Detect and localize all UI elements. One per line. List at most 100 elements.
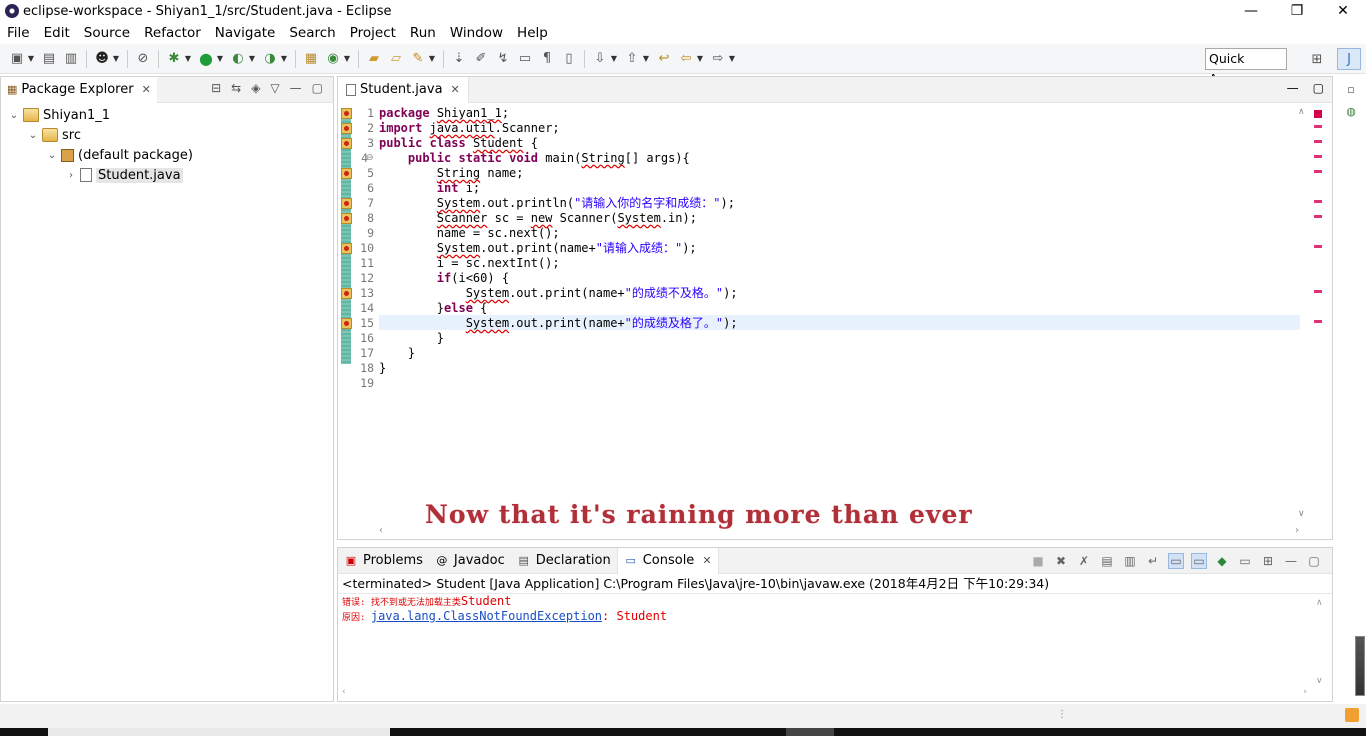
open-perspective-icon[interactable]: ⊞ <box>1307 50 1327 68</box>
close-button[interactable]: ✕ <box>1320 0 1366 22</box>
tree-node-student-java[interactable]: › Student.java <box>1 165 333 185</box>
run-icon[interactable]: ● <box>197 49 215 68</box>
show-console-on-output-icon[interactable]: ▭ <box>1168 553 1184 569</box>
exception-link[interactable]: java.lang.ClassNotFoundException <box>371 609 602 623</box>
tree-node-project[interactable]: ⌄ Shiyan1_1 <box>1 105 333 125</box>
restore-icon[interactable]: ▫ <box>1341 80 1361 98</box>
error-marker-icon[interactable] <box>341 213 352 224</box>
external-tools-icon[interactable]: ◑ <box>261 50 279 68</box>
menu-refactor[interactable]: Refactor <box>137 25 208 41</box>
error-overview-marker[interactable] <box>1314 200 1322 203</box>
back-dropdown-icon[interactable]: ▼ <box>695 50 705 68</box>
previous-annotation-dropdown-icon[interactable]: ▼ <box>641 50 651 68</box>
debug-dropdown-icon[interactable]: ▼ <box>183 50 193 68</box>
tab-declaration[interactable]: ▤ Declaration <box>511 548 617 574</box>
editor-gutter[interactable]: ⊖ 1 2 3 4 5 6 7 8 9 10 11 12 13 14 15 16… <box>338 105 376 525</box>
open-task-icon[interactable]: ☻ <box>93 50 111 68</box>
coverage-icon[interactable]: ◐ <box>229 50 247 68</box>
error-marker-icon[interactable] <box>341 243 352 254</box>
word-wrap-icon[interactable]: ↵ <box>1145 553 1161 569</box>
maximize-icon[interactable]: ▢ <box>312 81 323 95</box>
close-icon[interactable]: ✕ <box>142 83 151 96</box>
error-overview-marker[interactable] <box>1314 215 1322 218</box>
scroll-down-icon[interactable]: ∨ <box>1316 676 1323 686</box>
scroll-up-icon[interactable]: ∧ <box>1298 107 1305 117</box>
error-marker-icon[interactable] <box>341 318 352 329</box>
next-annotation-icon[interactable]: ⇩ <box>591 50 609 68</box>
display-selected-console-icon[interactable]: ▭ <box>1237 553 1253 569</box>
error-marker-icon[interactable] <box>341 288 352 299</box>
show-console-on-error-icon[interactable]: ▭ <box>1191 553 1207 569</box>
open-folder-icon[interactable]: ▱ <box>387 50 405 68</box>
next-annotation-dropdown-icon[interactable]: ▼ <box>609 50 619 68</box>
mark-occurrences-icon[interactable]: ✐ <box>472 50 490 68</box>
expand-arrow-icon[interactable]: ⌄ <box>7 110 21 121</box>
maximize-icon[interactable]: ▢ <box>1306 553 1322 569</box>
pin-console-icon[interactable]: ◆ <box>1214 553 1230 569</box>
heap-status-bar[interactable] <box>1355 636 1365 696</box>
previous-annotation-icon[interactable]: ⇧ <box>623 50 641 68</box>
error-overview-marker[interactable] <box>1314 125 1322 128</box>
menu-file[interactable]: File <box>0 25 37 41</box>
menu-search[interactable]: Search <box>282 25 342 41</box>
editor-tab-student-java[interactable]: Student.java ✕ <box>338 76 469 103</box>
console-horizontal-scrollbar[interactable]: ‹ › <box>342 687 1307 699</box>
scroll-lock-icon[interactable]: ▥ <box>1122 553 1138 569</box>
error-marker-icon[interactable] <box>341 198 352 209</box>
overview-ruler[interactable] <box>1312 105 1324 525</box>
minimize-icon[interactable]: — <box>1283 553 1299 569</box>
notifications-icon[interactable] <box>1345 708 1359 722</box>
outline-view-icon[interactable]: ◍ <box>1341 102 1361 120</box>
code-area[interactable]: package Shiyan1_1; import java.util.Scan… <box>379 105 1299 525</box>
minimize-button[interactable]: — <box>1228 0 1274 22</box>
error-overview-marker[interactable] <box>1314 140 1322 143</box>
tab-javadoc[interactable]: @ Javadoc <box>429 548 511 574</box>
restore-button[interactable]: ❐ <box>1274 0 1320 22</box>
status-grip-icon[interactable]: ⋮ <box>1057 709 1067 720</box>
error-overview-marker[interactable] <box>1314 155 1322 158</box>
forward-dropdown-icon[interactable]: ▼ <box>727 50 737 68</box>
error-marker-icon[interactable] <box>341 168 352 179</box>
show-whitespace-icon[interactable]: ¶ <box>538 50 556 68</box>
scroll-up-icon[interactable]: ∧ <box>1316 598 1323 608</box>
new-java-class-icon[interactable]: ◉ <box>324 50 342 68</box>
error-marker-icon[interactable] <box>341 138 352 149</box>
error-marker-icon[interactable] <box>341 108 352 119</box>
console-output[interactable]: 错误: 找不到或无法加载主类Student 原因: java.lang.Clas… <box>338 594 1332 624</box>
menu-project[interactable]: Project <box>343 25 403 41</box>
maximize-icon[interactable]: ▢ <box>1313 81 1324 95</box>
open-console-icon[interactable]: ⊞ <box>1260 553 1276 569</box>
error-overview-marker[interactable] <box>1314 245 1322 248</box>
block-selection-icon[interactable]: ▭ <box>516 50 534 68</box>
tree-node-package[interactable]: ⌄ (default package) <box>1 145 333 165</box>
scroll-left-icon[interactable]: ‹ <box>379 525 383 536</box>
toggle-breadcrumb-icon[interactable]: ▯ <box>560 50 578 68</box>
skip-breakpoints-icon[interactable]: ⊘ <box>134 50 152 68</box>
scroll-down-icon[interactable]: ∨ <box>1298 509 1305 519</box>
minimize-icon[interactable]: — <box>290 81 302 95</box>
error-marker-icon[interactable] <box>341 123 352 134</box>
search-icon[interactable]: ✎ <box>409 50 427 68</box>
scroll-right-icon[interactable]: › <box>1295 525 1299 536</box>
external-tools-dropdown-icon[interactable]: ▼ <box>279 50 289 68</box>
save-icon[interactable]: ▤ <box>40 50 58 68</box>
error-overview-marker[interactable] <box>1314 170 1322 173</box>
new-icon[interactable]: ▣ <box>8 50 26 68</box>
error-overview-marker[interactable] <box>1314 290 1322 293</box>
minimize-icon[interactable]: — <box>1287 81 1299 95</box>
editor-vertical-scrollbar[interactable]: ∧ ∨ <box>1296 105 1310 525</box>
scroll-right-icon[interactable]: › <box>1303 687 1307 697</box>
focus-active-task-icon[interactable]: ◈ <box>251 81 260 95</box>
new-class-dropdown-icon[interactable]: ▼ <box>342 50 352 68</box>
package-explorer-tab[interactable]: ▦ Package Explorer ✕ <box>1 76 157 103</box>
menu-edit[interactable]: Edit <box>37 25 77 41</box>
task-dropdown-icon[interactable]: ▼ <box>111 50 121 68</box>
tree-node-src[interactable]: ⌄ src <box>1 125 333 145</box>
taskbar-item[interactable] <box>786 728 834 736</box>
expand-arrow-icon[interactable]: ⌄ <box>45 150 59 161</box>
menu-navigate[interactable]: Navigate <box>208 25 283 41</box>
new-dropdown-icon[interactable]: ▼ <box>26 50 36 68</box>
last-edit-location-icon[interactable]: ↩ <box>655 50 673 68</box>
remove-all-terminated-icon[interactable]: ✗ <box>1076 553 1092 569</box>
menu-run[interactable]: Run <box>403 25 443 41</box>
